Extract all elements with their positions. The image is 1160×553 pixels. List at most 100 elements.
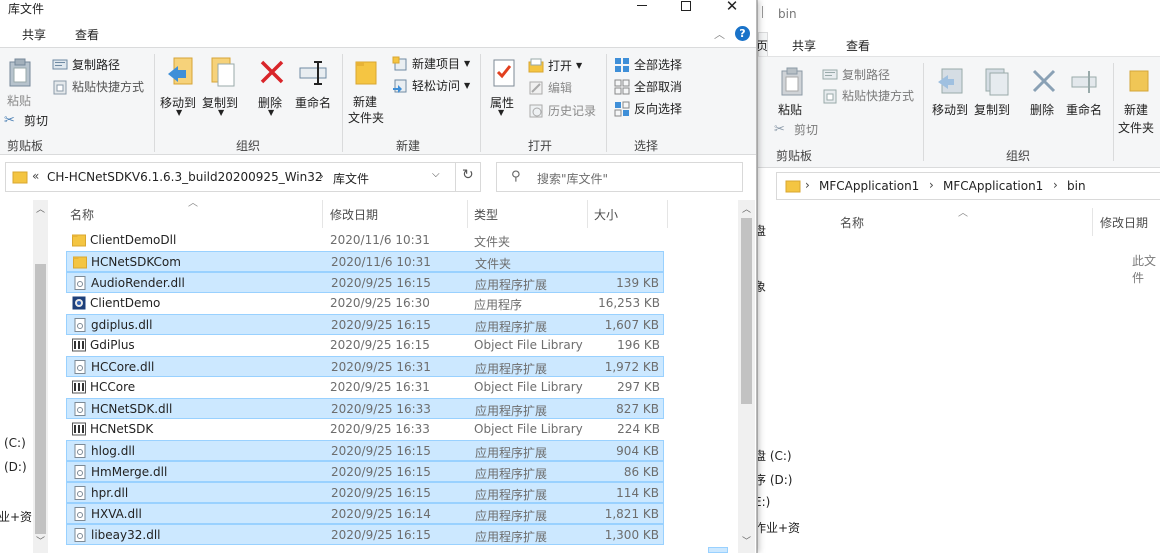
open-button[interactable]: 打开 ▼ — [528, 57, 582, 74]
select-none-button[interactable]: 全部取消 — [614, 78, 682, 95]
maximize-button[interactable] — [672, 0, 700, 14]
breadcrumb-item[interactable]: 库文件 — [333, 170, 369, 187]
chevron-down-icon[interactable]: ▼ — [218, 108, 224, 117]
column-name[interactable]: 名称 — [840, 214, 864, 231]
file-row[interactable]: AudioRender.dll 2020/9/25 16:15 应用程序扩展 139 … — [66, 272, 664, 293]
cut-button[interactable]: ✂ 剪切 — [774, 121, 818, 138]
nav-item-work[interactable]: 作业+资 — [758, 516, 804, 540]
scroll-up-icon[interactable]: ︿ — [36, 202, 45, 215]
new-folder-label-line2[interactable]: 文件夹 — [348, 109, 384, 126]
file-list-scrollbar[interactable]: ︿ ﹀ — [738, 200, 755, 553]
paste-shortcut-button[interactable]: 粘贴快捷方式 — [822, 87, 914, 104]
rename-button[interactable]: 重命名 — [1066, 101, 1102, 118]
invert-selection-button[interactable]: 反向选择 — [614, 100, 682, 117]
new-folder-label-line2[interactable]: 文件夹 — [1118, 119, 1154, 136]
dll-file-icon — [73, 486, 87, 500]
breadcrumb-item[interactable]: bin — [1067, 179, 1086, 193]
breadcrumb-item[interactable]: CH-HCNetSDKV6.1.6.3_build20200925_Win32 — [47, 170, 323, 184]
file-row[interactable]: HCCore 2020/9/25 16:31 Object File Library… — [66, 377, 664, 398]
file-row[interactable]: libeay32.dll 2020/9/25 16:15 应用程序扩展 1,300 K… — [66, 524, 664, 545]
file-row[interactable]: HCCore.dll 2020/9/25 16:31 应用程序扩展 1,972 KB — [66, 356, 664, 377]
paste-shortcut-label: 粘贴快捷方式 — [72, 80, 145, 94]
scroll-up-icon[interactable]: ︿ — [742, 202, 751, 215]
file-row[interactable]: GdiPlus 2020/9/25 16:15 Object File Librar… — [66, 335, 664, 356]
breadcrumb-sep: › — [319, 169, 324, 183]
copy-path-button[interactable]: 复制路径 — [822, 66, 890, 83]
close-button[interactable]: ✕ — [718, 0, 746, 14]
ribbon-tabs: 共享 查看 ︿ ? — [0, 20, 756, 47]
column-date[interactable]: 修改日期 — [330, 206, 378, 223]
paste-button[interactable]: 粘贴 — [778, 101, 802, 118]
paste-button[interactable]: 粘贴 — [7, 92, 31, 109]
edit-button[interactable]: 编辑 — [528, 79, 572, 96]
column-separator[interactable] — [322, 200, 323, 228]
library-file-icon — [72, 422, 86, 436]
tab-share[interactable]: 共享 — [792, 37, 816, 54]
column-size[interactable]: 大小 — [594, 206, 618, 223]
address-bar[interactable]: › MFCApplication1 › MFCApplication1 › bi… — [776, 172, 1160, 200]
column-name[interactable]: 名称 — [70, 206, 94, 223]
cut-button[interactable]: ✂ 剪切 — [4, 112, 48, 129]
file-row[interactable]: hpr.dll 2020/9/25 16:15 应用程序扩展 114 KB — [66, 482, 664, 503]
copy-path-button[interactable]: 复制路径 — [52, 56, 120, 73]
group-separator — [923, 63, 924, 161]
tab-home[interactable]: 页 — [758, 37, 768, 54]
minimize-button[interactable] — [628, 0, 656, 14]
chevron-down-icon[interactable]: ▼ — [268, 108, 274, 117]
file-row[interactable]: hlog.dll 2020/9/25 16:15 应用程序扩展 904 KB — [66, 440, 664, 461]
move-to-button[interactable]: 移动到 — [932, 101, 968, 118]
delete-button[interactable]: 删除 — [1030, 101, 1054, 118]
history-button[interactable]: 历史记录 — [528, 102, 596, 119]
file-row[interactable]: HXVA.dll 2020/9/25 16:14 应用程序扩展 1,821 KB — [66, 503, 664, 524]
chevron-down-icon[interactable]: ▼ — [176, 108, 182, 117]
file-row[interactable]: HCNetSDK 2020/9/25 16:33 Object File Libra… — [66, 419, 664, 440]
column-type[interactable]: 类型 — [474, 206, 498, 223]
breadcrumb-item[interactable]: MFCApplication1 — [819, 179, 919, 193]
column-date[interactable]: 修改日期 — [1100, 214, 1148, 231]
organize-group-label: 组织 — [236, 139, 261, 153]
tab-share[interactable]: 共享 — [22, 26, 46, 43]
breadcrumb-overflow[interactable]: « — [32, 169, 39, 183]
chevron-down-icon[interactable]: ▼ — [498, 108, 504, 117]
column-separator[interactable] — [467, 200, 468, 228]
address-bar[interactable]: « CH-HCNetSDKV6.1.6.3_build20200925_Win3… — [5, 162, 481, 192]
new-item-button[interactable]: 新建项目 ▼ — [392, 55, 470, 72]
column-separator[interactable] — [1092, 208, 1093, 236]
column-separator[interactable] — [667, 200, 668, 228]
breadcrumb-item[interactable]: MFCApplication1 — [943, 179, 1043, 193]
select-none-label: 全部取消 — [634, 80, 683, 94]
file-row[interactable]: ClientDemoDll 2020/11/6 10:31 文件夹 — [66, 230, 664, 251]
file-list: ClientDemoDll 2020/11/6 10:31 文件夹 HCNetSDKC… — [0, 230, 740, 553]
collapse-ribbon-icon[interactable]: ︿ — [714, 26, 725, 42]
tab-view[interactable]: 查看 — [75, 26, 99, 43]
copy-to-button[interactable]: 复制到 — [974, 101, 1010, 118]
easy-access-button[interactable]: 轻松访问 ▼ — [392, 77, 470, 94]
new-folder-label-line1[interactable]: 新建 — [1124, 101, 1148, 118]
details-view-toggle[interactable] — [708, 547, 728, 553]
file-row[interactable]: gdiplus.dll 2020/9/25 16:15 应用程序扩展 1,607 KB — [66, 314, 664, 335]
nav-item[interactable]: 象 — [758, 278, 766, 295]
file-row[interactable]: HCNetSDKCom 2020/11/6 10:31 文件夹 — [66, 251, 664, 272]
help-icon[interactable]: ? — [735, 26, 750, 41]
select-all-button[interactable]: 全部选择 — [614, 56, 682, 73]
search-input[interactable]: ⚲ 搜索"库文件" — [496, 162, 743, 192]
paste-shortcut-button[interactable]: 粘贴快捷方式 — [52, 78, 144, 95]
nav-item[interactable]: 盘 — [758, 222, 766, 239]
rename-button[interactable]: 重命名 — [295, 94, 331, 111]
nav-drive-e[interactable]: E:) — [758, 492, 804, 516]
file-row[interactable]: HmMerge.dll 2020/9/25 16:15 应用程序扩展 86 KB — [66, 461, 664, 482]
chevron-down-icon[interactable]: ⌵ — [432, 169, 440, 180]
file-size: 297 KB — [617, 380, 660, 394]
scroll-down-icon[interactable]: ﹀ — [742, 534, 751, 547]
scrollbar-thumb[interactable] — [741, 218, 752, 404]
nav-drive-c[interactable]: 盘 (C:) — [758, 444, 804, 468]
new-folder-label-line1[interactable]: 新建 — [353, 93, 377, 110]
refresh-button[interactable]: ↻ — [455, 162, 481, 192]
easy-access-icon — [392, 78, 408, 94]
dll-file-icon — [73, 402, 87, 416]
file-row[interactable]: ClientDemo 2020/9/25 16:30 应用程序 16,253 KB — [66, 293, 664, 314]
file-row[interactable]: HCNetSDK.dll 2020/9/25 16:33 应用程序扩展 827 KB — [66, 398, 664, 419]
nav-drive-d[interactable]: 序 (D:) — [758, 468, 804, 492]
tab-view[interactable]: 查看 — [846, 37, 870, 54]
column-separator[interactable] — [587, 200, 588, 228]
